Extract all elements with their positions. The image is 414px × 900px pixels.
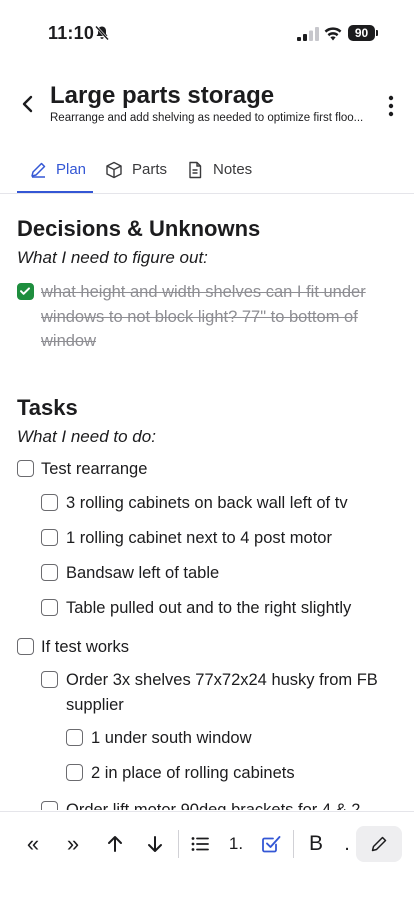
- task-text[interactable]: If test works: [41, 635, 129, 660]
- arrow-down-icon: [148, 836, 162, 852]
- battery-indicator: 90: [348, 25, 378, 41]
- task-text[interactable]: Table pulled out and to the right slight…: [66, 596, 351, 621]
- tab-parts-label: Parts: [132, 161, 168, 178]
- outdent-button[interactable]: «: [20, 828, 46, 860]
- move-down-button[interactable]: [142, 828, 168, 860]
- pencil-icon: [31, 162, 46, 178]
- checkbox-list-icon: [262, 836, 281, 853]
- task-text[interactable]: Order lift motor 90deg brackets for 4 & …: [66, 798, 360, 810]
- wifi-icon: [324, 27, 342, 41]
- checklist-button[interactable]: [259, 828, 283, 860]
- decisions-heading: Decisions & Unknowns: [17, 216, 261, 241]
- task-text[interactable]: supplier: [66, 693, 124, 718]
- signal-icon: [297, 27, 319, 41]
- bullet-list-button[interactable]: [188, 828, 212, 860]
- tab-parts[interactable]: Parts: [105, 146, 167, 193]
- page-subtitle[interactable]: Rearrange and add shelving as needed to …: [50, 112, 363, 124]
- tab-plan-label: Plan: [56, 161, 87, 178]
- task-checkbox[interactable]: [41, 494, 58, 511]
- task-text[interactable]: Order 3x shelves 77x72x24 husky from FB: [66, 668, 378, 693]
- active-tab-indicator: [17, 191, 93, 193]
- move-up-button[interactable]: [102, 828, 128, 860]
- status-bar: 11:10 90: [0, 0, 414, 62]
- tab-bar: Plan Parts Notes: [0, 146, 414, 194]
- plan-content[interactable]: Decisions & Unknowns What I need to figu…: [0, 196, 414, 810]
- checkmark-icon: [20, 287, 30, 295]
- arrow-up-icon: [108, 836, 122, 852]
- task-checkbox[interactable]: [17, 638, 34, 655]
- decision-text-line-1[interactable]: what height and width shelves can I fit …: [41, 280, 366, 305]
- toolbar-separator: [293, 830, 294, 858]
- decision-text-line-3[interactable]: window: [41, 329, 96, 354]
- edit-mode-button[interactable]: [356, 826, 402, 862]
- task-checkbox[interactable]: [17, 460, 34, 477]
- status-time: 11:10: [48, 23, 95, 43]
- task-text[interactable]: 1 rolling cabinet next to 4 post motor: [66, 526, 332, 551]
- tasks-subheading: What I need to do:: [17, 427, 156, 446]
- tab-plan[interactable]: Plan: [29, 146, 86, 193]
- tab-notes[interactable]: Notes: [186, 146, 252, 193]
- pencil-icon: [371, 836, 387, 852]
- task-checkbox[interactable]: [66, 729, 83, 746]
- tasks-heading: Tasks: [17, 395, 78, 420]
- task-text[interactable]: 1 under south window: [91, 726, 252, 751]
- numbered-list-button[interactable]: 1.: [224, 828, 248, 860]
- bold-button[interactable]: B: [304, 828, 328, 860]
- page-title: Large parts storage: [50, 82, 275, 109]
- task-checkbox[interactable]: [41, 529, 58, 546]
- more-options-icon[interactable]: [386, 94, 396, 118]
- task-text[interactable]: 3 rolling cabinets on back wall left of …: [66, 491, 348, 516]
- indent-button[interactable]: »: [60, 828, 86, 860]
- task-text[interactable]: Test rearrange: [41, 457, 147, 482]
- document-icon: [189, 161, 202, 178]
- decision-text-line-2[interactable]: windows to not block light? 77" to botto…: [41, 305, 358, 330]
- back-chevron-icon[interactable]: [14, 90, 42, 118]
- box-icon: [106, 161, 122, 178]
- task-checkbox[interactable]: [41, 671, 58, 688]
- decision-checkbox[interactable]: [17, 283, 34, 300]
- bell-muted-icon: [95, 25, 109, 41]
- header: Large parts storage Rearrange and add sh…: [0, 72, 414, 136]
- decisions-subheading: What I need to figure out:: [17, 248, 208, 267]
- task-checkbox[interactable]: [66, 764, 83, 781]
- toolbar-separator: [178, 830, 179, 858]
- tab-notes-label: Notes: [213, 161, 253, 178]
- bullet-list-icon: [191, 837, 209, 851]
- task-checkbox[interactable]: [41, 564, 58, 581]
- task-checkbox[interactable]: [41, 599, 58, 616]
- task-text[interactable]: Bandsaw left of table: [66, 561, 219, 586]
- task-checkbox[interactable]: [41, 801, 58, 810]
- formatting-toolbar: « » 1. B .: [0, 811, 414, 875]
- task-text[interactable]: 2 in place of rolling cabinets: [91, 761, 295, 786]
- more-format-button[interactable]: .: [342, 828, 352, 860]
